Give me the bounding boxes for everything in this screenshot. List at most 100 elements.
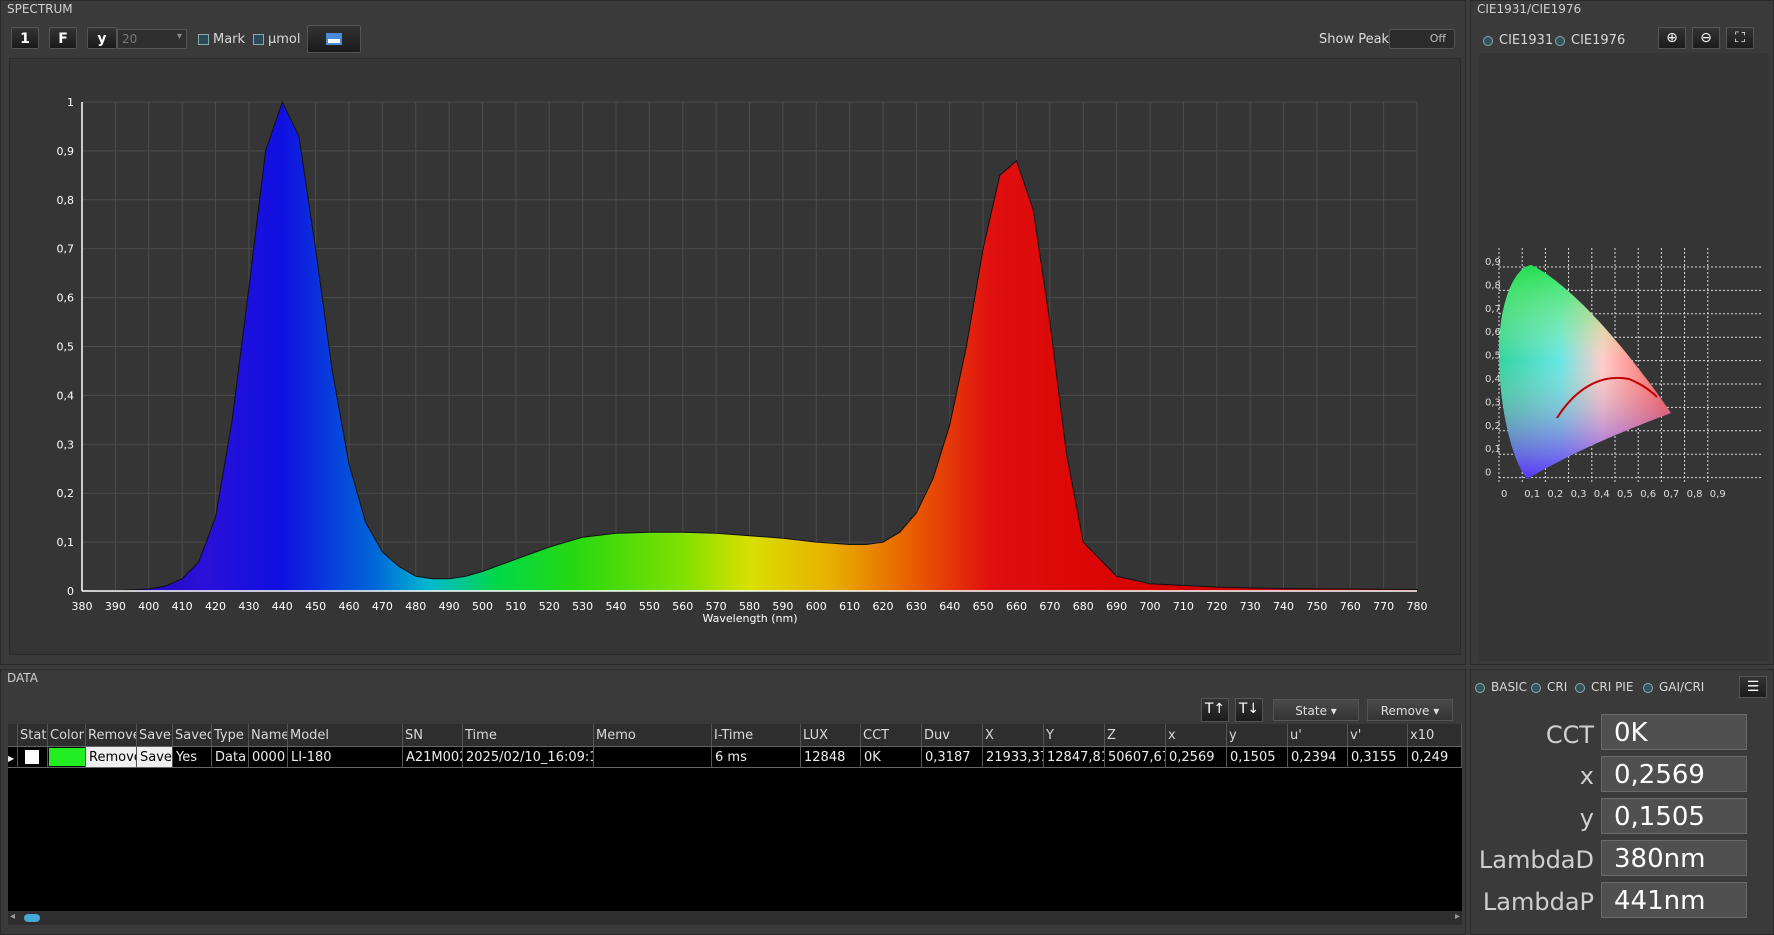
text-increase-button[interactable]: T↑	[1201, 698, 1229, 722]
column-header-model[interactable]: Model	[288, 724, 403, 746]
zoom-in-icon: ⊕	[1666, 30, 1678, 46]
channel-1-button[interactable]: 1	[11, 27, 39, 49]
cct-label: CCT	[1545, 721, 1594, 749]
cie-diagram-svg: 0 0,1 0,2 0,3 0,4 0,5 0,6 0,7 0,8 0,9 0,9 0,8 0,7 0,6…	[1485, 248, 1761, 500]
tab-cri-pie[interactable]: CRI PIE	[1575, 680, 1633, 694]
state-dropdown-button[interactable]: State ▾	[1273, 699, 1359, 721]
chevron-down-icon: ▾	[1330, 704, 1337, 718]
tab-basic[interactable]: BASIC	[1475, 680, 1527, 694]
tab-cri-label: CRI	[1547, 680, 1568, 694]
cell-state[interactable]	[18, 746, 48, 768]
x-tick-label: 600	[806, 600, 827, 613]
scale-combo[interactable]: 20 ▾	[117, 29, 187, 49]
column-header-x[interactable]: x	[1166, 724, 1227, 746]
x-tick-label: 560	[672, 600, 693, 613]
cell-x10: 0,249	[1408, 746, 1462, 768]
cie-y-tick-label: 0,6	[1485, 327, 1501, 338]
cell-sn: A21M002	[403, 746, 463, 768]
scale-combo-value: 20	[122, 32, 138, 46]
row-arrow-icon: ▶	[8, 754, 15, 763]
cie-y-tick-label: 0,1	[1485, 444, 1501, 455]
x-tick-label: 450	[305, 600, 326, 613]
cie-x-tick-label: 0,6	[1640, 489, 1656, 500]
y-tick-label: 0,2	[57, 487, 75, 500]
cie1931-label: CIE1931	[1499, 33, 1554, 48]
text-decrease-button[interactable]: T↓	[1235, 698, 1263, 722]
f-button[interactable]: F	[49, 27, 77, 49]
show-peak-toggle[interactable]: Off	[1389, 29, 1455, 49]
column-header-type[interactable]: Type	[212, 724, 249, 746]
mark-label: Mark	[213, 32, 246, 47]
y-tick-label: 0,6	[57, 292, 75, 305]
column-header-x[interactable]: X	[983, 724, 1044, 746]
column-header-saved[interactable]: Saved	[173, 724, 212, 746]
state-checkbox[interactable]	[25, 750, 39, 764]
cie-x-tick-label: 0,8	[1687, 489, 1703, 500]
scroll-right-icon[interactable]: ▸	[1455, 911, 1460, 922]
x-tick-label: 770	[1373, 600, 1394, 613]
x-tick-label: 640	[939, 600, 960, 613]
remove-dropdown-button[interactable]: Remove ▾	[1367, 699, 1453, 721]
chevron-down-icon: ▾	[1433, 704, 1440, 718]
cie1976-radio[interactable]: CIE1976	[1555, 33, 1625, 48]
zoom-in-button[interactable]: ⊕	[1658, 27, 1686, 49]
column-header-v-[interactable]: v'	[1348, 724, 1408, 746]
x-tick-label: 550	[639, 600, 660, 613]
y-tick-label: 0,9	[57, 145, 75, 158]
color-display-button[interactable]	[307, 25, 361, 53]
column-header-state[interactable]: State	[18, 724, 48, 746]
cell-color	[48, 746, 86, 768]
column-header-duv[interactable]: Duv	[922, 724, 983, 746]
column-header-u-[interactable]: u'	[1288, 724, 1348, 746]
zoom-out-button[interactable]: ⊖	[1692, 27, 1720, 49]
cell-remove-button[interactable]: Remove	[86, 746, 137, 768]
spectrum-chart-svg: 380 390 400 410 420 430 440 450 460 470 480 490 500 5…	[57, 96, 1428, 625]
cell-v: 0,3155	[1348, 746, 1408, 768]
y-tick-label: 0,5	[57, 341, 75, 354]
spectrum-title: SPECTRUM	[7, 2, 73, 16]
cie-x-tick-label: 0,1	[1524, 489, 1540, 500]
show-peak-label: Show Peak	[1319, 32, 1390, 47]
cell-save-button[interactable]: Save	[137, 746, 173, 768]
column-header-memo[interactable]: Memo	[594, 724, 712, 746]
mark-checkbox[interactable]: Mark	[198, 32, 245, 47]
column-header-y[interactable]: Y	[1044, 724, 1105, 746]
scroll-thumb[interactable]	[24, 914, 40, 922]
tab-cri-pie-label: CRI PIE	[1591, 680, 1634, 694]
column-header-sn[interactable]: SN	[403, 724, 463, 746]
x-tick-label: 690	[1106, 600, 1127, 613]
column-header-lux[interactable]: LUX	[801, 724, 861, 746]
scroll-left-icon[interactable]: ◂	[10, 911, 15, 922]
lambda-p-label: LambdaP	[1482, 888, 1594, 916]
tab-cri[interactable]: CRI	[1531, 680, 1567, 694]
radio-icon	[1555, 35, 1565, 46]
cie1931-radio[interactable]: CIE1931	[1483, 33, 1553, 48]
column-header-color[interactable]: Color	[48, 724, 86, 746]
column-header-time[interactable]: Time	[463, 724, 594, 746]
lambda-d-label: LambdaD	[1478, 846, 1594, 874]
x-tick-label: 720	[1206, 600, 1227, 613]
cie-panel: CIE1931/CIE1976 CIE1931 CIE1976 ⊕ ⊖ ⛶ 0 …	[1470, 0, 1774, 665]
column-header-i-time[interactable]: I-Time	[712, 724, 801, 746]
cell-u: 0,2394	[1288, 746, 1348, 768]
column-header-x10[interactable]: x10	[1408, 724, 1462, 746]
x-tick-label: 430	[238, 600, 259, 613]
tab-gai-cri[interactable]: GAI/CRI	[1643, 680, 1704, 694]
column-header-name[interactable]: Name	[249, 724, 288, 746]
column-header-z[interactable]: Z	[1105, 724, 1166, 746]
y-button[interactable]: y	[87, 27, 117, 49]
cie-chart-area: 0 0,1 0,2 0,3 0,4 0,5 0,6 0,7 0,8 0,9 0,9 0,8 0,7 0,6…	[1479, 53, 1769, 661]
y-label: y	[1579, 804, 1594, 832]
row-selector[interactable]: ▶	[8, 746, 18, 768]
column-header-cct[interactable]: CCT	[861, 724, 922, 746]
horizontal-scrollbar[interactable]: ◂ ▸	[8, 911, 1462, 925]
x-tick-label: 470	[372, 600, 393, 613]
radio-icon	[1643, 682, 1653, 693]
fit-button[interactable]: ⛶	[1726, 27, 1754, 49]
menu-button[interactable]: ☰	[1739, 676, 1767, 698]
umol-checkbox[interactable]: μmol	[253, 32, 301, 47]
cell-Z: 50607,67	[1105, 746, 1166, 768]
column-header-save[interactable]: Save	[137, 724, 173, 746]
column-header-y[interactable]: y	[1227, 724, 1288, 746]
column-header-remove[interactable]: Remove	[86, 724, 137, 746]
